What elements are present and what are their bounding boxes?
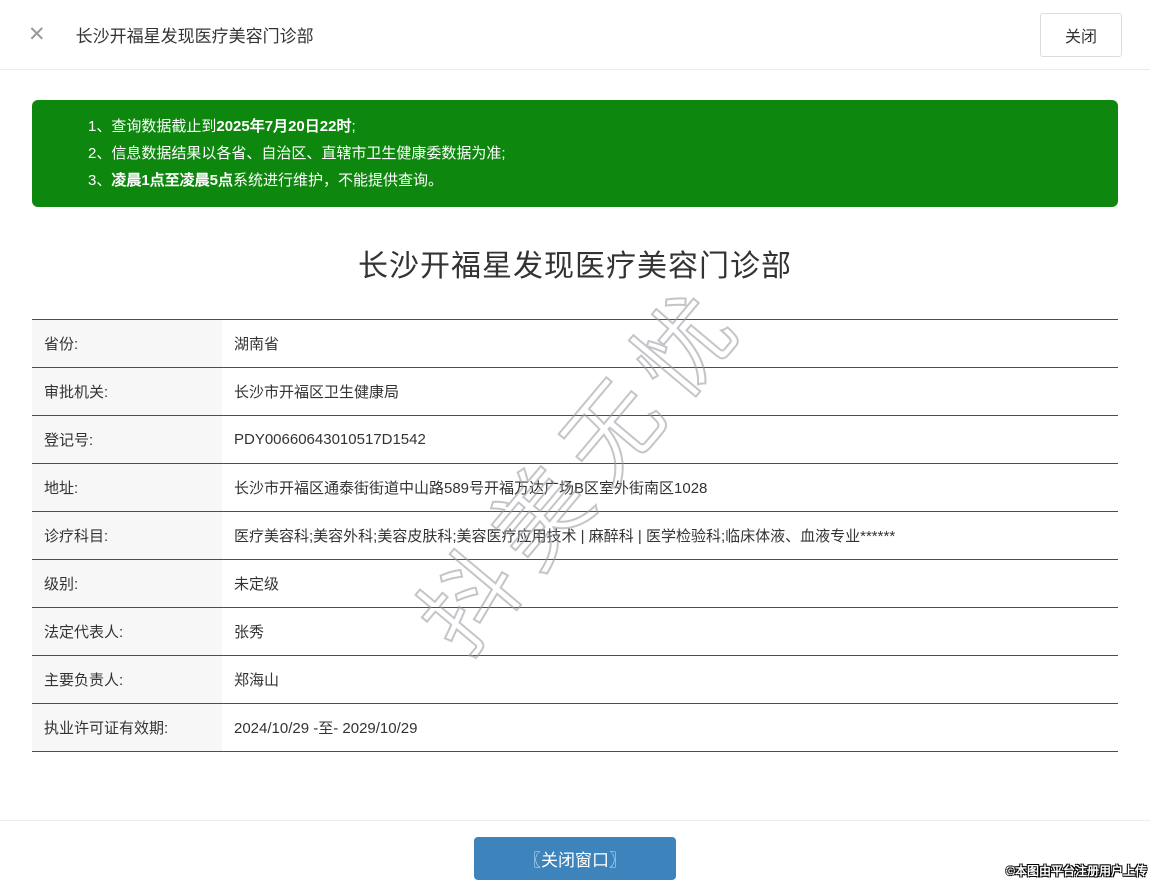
notice-text: 查询数据截止到 — [111, 118, 217, 135]
row-label: 法定代表人: — [32, 607, 222, 656]
notice-text: 信息数据结果以各省、自治区、直辖市卫生健康委数据为准; — [111, 145, 506, 162]
table-row: 主要负责人: 郑海山 — [32, 655, 1118, 704]
table-row: 省份: 湖南省 — [32, 319, 1118, 368]
row-value: 长沙市开福区通泰街街道中山路589号开福万达广场B区室外街南区1028 — [222, 463, 1118, 512]
close-icon[interactable]: ✕ — [28, 24, 46, 45]
close-window-button[interactable]: 〖关闭窗口〗 — [474, 837, 676, 880]
table-row: 地址: 长沙市开福区通泰街街道中山路589号开福万达广场B区室外街南区1028 — [32, 463, 1118, 512]
notice-text-bold: 凌晨1点至凌晨5点 — [111, 172, 234, 189]
row-label: 地址: — [32, 463, 222, 512]
row-label: 级别: — [32, 559, 222, 608]
row-value: 湖南省 — [222, 319, 1118, 368]
row-label: 主要负责人: — [32, 655, 222, 704]
page-header-title: 长沙开福星发现医疗美容门诊部 — [75, 27, 314, 46]
topbar: ✕ 长沙开福星发现医疗美容门诊部 关闭 — [0, 0, 1150, 70]
row-value: 郑海山 — [222, 655, 1118, 704]
table-row: 审批机关: 长沙市开福区卫生健康局 — [32, 367, 1118, 416]
page-title: 长沙开福星发现医疗美容门诊部 — [358, 250, 792, 283]
notice-number: 1、 — [88, 118, 112, 135]
info-table-body: 省份: 湖南省 审批机关: 长沙市开福区卫生健康局 登记号: PDY006606… — [32, 319, 1118, 752]
row-value: 长沙市开福区卫生健康局 — [222, 367, 1118, 416]
row-label: 执业许可证有效期: — [32, 703, 222, 752]
notice-number: 2、 — [88, 145, 112, 162]
notice-text-bold: 2025年7月20日22时 — [216, 118, 352, 135]
notice-line: 3、凌晨1点至凌晨5点系统进行维护，不能提供查询。 — [88, 167, 1098, 194]
notice-text: 系统进行维护，不能提供查询。 — [233, 172, 444, 189]
table-row: 法定代表人: 张秀 — [32, 607, 1118, 656]
notice-number: 3、 — [88, 172, 112, 189]
footer: 〖关闭窗口〗 — [0, 820, 1150, 881]
notice-banner: 1、查询数据截止到2025年7月20日22时; 2、信息数据结果以各省、自治区、… — [32, 100, 1118, 207]
row-value: PDY00660643010517D1542 — [222, 415, 1118, 464]
table-row: 执业许可证有效期: 2024/10/29 -至- 2029/10/29 — [32, 703, 1118, 752]
row-value: 张秀 — [222, 607, 1118, 656]
table-row: 诊疗科目: 医疗美容科;美容外科;美容皮肤科;美容医疗应用技术 | 麻醉科 | … — [32, 511, 1118, 560]
row-value: 未定级 — [222, 559, 1118, 608]
info-table: 省份: 湖南省 审批机关: 长沙市开福区卫生健康局 登记号: PDY006606… — [32, 319, 1118, 752]
main-content: 1、查询数据截止到2025年7月20日22时; 2、信息数据结果以各省、自治区、… — [0, 100, 1150, 752]
table-row: 级别: 未定级 — [32, 559, 1118, 608]
table-row: 登记号: PDY00660643010517D1542 — [32, 415, 1118, 464]
notice-line: 1、查询数据截止到2025年7月20日22时; — [88, 113, 1098, 140]
row-label: 登记号: — [32, 415, 222, 464]
row-value: 2024/10/29 -至- 2029/10/29 — [222, 703, 1118, 752]
notice-line: 2、信息数据结果以各省、自治区、直辖市卫生健康委数据为准; — [88, 140, 1098, 167]
row-label: 诊疗科目: — [32, 511, 222, 560]
row-value: 医疗美容科;美容外科;美容皮肤科;美容医疗应用技术 | 麻醉科 | 医学检验科;… — [222, 511, 1118, 560]
row-label: 审批机关: — [32, 367, 222, 416]
row-label: 省份: — [32, 319, 222, 368]
notice-text: ; — [351, 118, 356, 135]
close-button[interactable]: 关闭 — [1039, 12, 1122, 57]
